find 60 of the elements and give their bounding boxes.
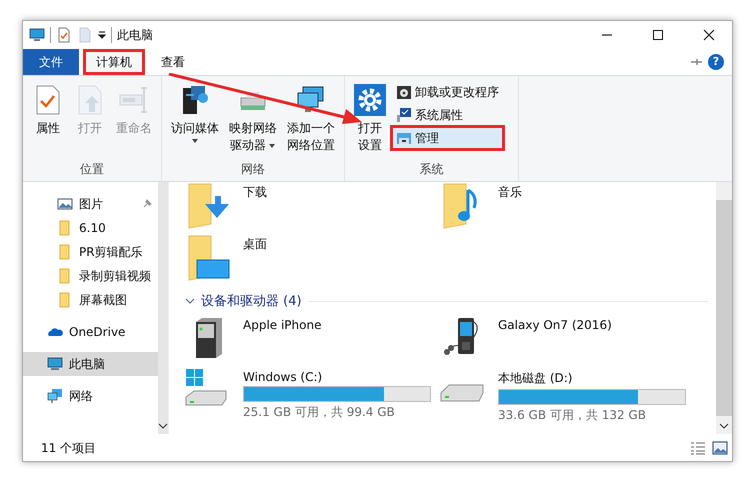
gear-icon (354, 84, 386, 116)
collapse-icon[interactable] (185, 296, 195, 306)
nav-item[interactable]: 录制剪辑视频 (23, 264, 158, 288)
nav-item[interactable]: PR剪辑配乐 (23, 240, 158, 264)
nav-item[interactable]: OneDrive (23, 320, 158, 344)
picture-icon (57, 196, 73, 212)
help-button[interactable]: ? (708, 54, 724, 70)
dropdown-icon (268, 142, 276, 150)
properties-icon[interactable] (56, 27, 72, 43)
ribbon-button[interactable]: 访问媒体 (168, 82, 222, 161)
network-icon (47, 388, 63, 404)
tiles-view-icon[interactable] (712, 440, 728, 456)
device-item[interactable]: 本地磁盘 (D:) 33.6 GB 可用，共 132 GB (440, 368, 695, 424)
device-name: Windows (C:) (243, 369, 324, 384)
section-header[interactable]: 设备和驱动器 (4) (201, 292, 302, 310)
storage-device-icon (194, 316, 224, 360)
folder-item[interactable]: 下载 (185, 182, 440, 234)
monitor-check-icon (396, 107, 412, 123)
folder-item[interactable]: 音乐 (440, 182, 695, 234)
ribbon-button[interactable]: 管理 (393, 128, 502, 148)
nav-item[interactable]: 网络 (23, 384, 158, 408)
details-view-icon[interactable] (690, 440, 706, 456)
dropdown-icon (191, 137, 199, 145)
ribbon-tab[interactable]: 查看 (149, 49, 197, 75)
scroll-down-icon[interactable] (719, 422, 729, 430)
nav-item[interactable]: 屏幕截图 (23, 288, 158, 312)
folder-item[interactable]: 桌面 (185, 234, 440, 286)
device-item[interactable]: Windows (C:) 25.1 GB 可用，共 99.4 GB (185, 368, 440, 424)
manage-icon (396, 130, 412, 146)
item-count: 11 个项目 (41, 440, 96, 456)
rename-icon (118, 84, 150, 116)
group-label: 系统 (418, 161, 444, 178)
dropdown-icon[interactable] (98, 31, 106, 39)
ribbon-button[interactable]: 打开 设置 (351, 82, 389, 161)
ribbon-button[interactable]: 卸载或更改程序 (393, 82, 502, 102)
storage-info: 33.6 GB 可用，共 132 GB (498, 407, 647, 424)
hard-drive-icon (440, 384, 484, 402)
window-title: 此电脑 (117, 26, 153, 44)
device-name: 本地磁盘 (D:) (498, 370, 574, 387)
nav-item[interactable]: 此电脑 (23, 352, 158, 376)
nav-item[interactable]: 6.10 (23, 216, 158, 240)
device-item[interactable]: Galaxy On7 (2016) (440, 316, 695, 364)
device-item[interactable]: Apple iPhone (185, 316, 440, 364)
scroll-down-icon[interactable] (158, 422, 168, 430)
computer-icon (47, 356, 63, 372)
nav-item[interactable]: 图片 (23, 192, 158, 216)
ribbon-button[interactable]: 属性 (29, 82, 67, 161)
group-label: 网络 (240, 161, 266, 178)
ribbon-tab[interactable]: 计算机 (83, 49, 145, 75)
ribbon-tab[interactable]: 文件 (23, 49, 79, 75)
ribbon-button[interactable]: 映射网络 驱动器 (226, 82, 280, 161)
ribbon-button[interactable]: 系统属性 (393, 105, 502, 125)
group-label: 位置 (79, 161, 105, 178)
system-drive-icon (185, 368, 228, 406)
ribbon-button[interactable]: 添加一个 网络位置 (284, 82, 338, 161)
scrollbar[interactable] (158, 182, 168, 434)
computer-icon (29, 27, 45, 43)
device-name: Apple iPhone (243, 317, 322, 332)
device-name: Galaxy On7 (2016) (498, 317, 612, 332)
storage-info: 25.1 GB 可用，共 99.4 GB (243, 404, 396, 421)
